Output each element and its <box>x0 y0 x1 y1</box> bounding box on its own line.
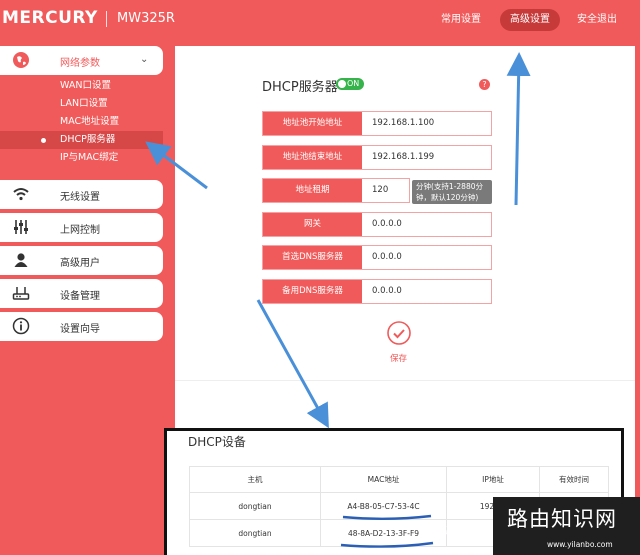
mac-underline <box>340 541 434 548</box>
arrow-to-dhcp-menu <box>145 141 208 190</box>
arrow-to-advanced-settings <box>506 52 531 206</box>
watermark-source: 头条号 <box>440 524 482 540</box>
watermark-url: www.yilanbo.com <box>547 540 613 549</box>
annotation-overlay <box>145 52 531 548</box>
watermark-title: 路由知识网 <box>507 507 617 531</box>
mac-underline <box>342 514 432 520</box>
arrow-to-devices <box>256 299 329 429</box>
